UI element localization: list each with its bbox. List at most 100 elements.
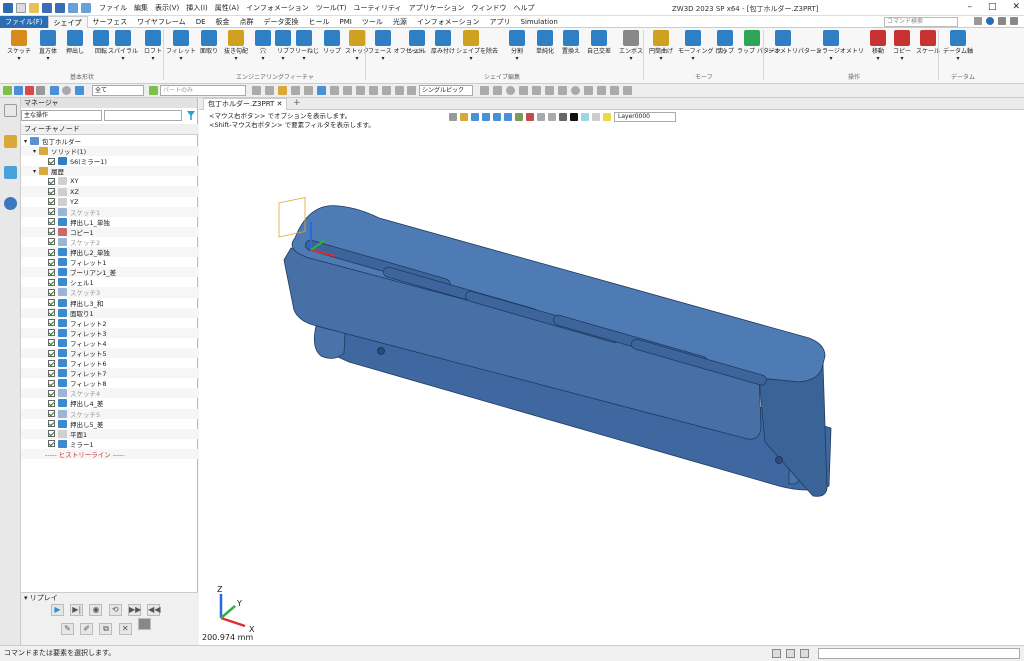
tool-c-icon[interactable] [506,86,515,95]
box-select-icon[interactable] [343,86,352,95]
ribbon-button-6[interactable]: フィレット ▾ [166,30,196,62]
tool-a-icon[interactable] [480,86,489,95]
ribbon-button-20[interactable]: 置換え [556,30,586,55]
ribbon-button-24[interactable]: モーフィング (点) ▾ [678,30,726,62]
tree-item[interactable]: スケッチ1 [21,206,198,217]
tree-item[interactable]: ▾ ソリッド(1) [21,146,198,157]
command-search-input[interactable]: コマンド検索 [884,17,958,27]
tree-item[interactable]: フィレット1 [21,257,198,267]
visibility-checkbox[interactable] [48,319,55,327]
menu-item-7[interactable]: ユーティリティ [353,3,401,13]
ribbon-button-32[interactable]: データム軸 ▾ [943,30,973,62]
ribbon-button-23[interactable]: 円筒曲げ ▾ [646,30,676,62]
status-layout-icon[interactable] [800,649,809,658]
ribbon-tab-0[interactable]: ファイル(F) [0,15,48,28]
visibility-checkbox[interactable] [48,218,55,226]
view-panel-icon[interactable] [3,166,17,179]
tree-item[interactable]: フィレット4 [21,338,198,348]
rewind-icon[interactable]: ◀◀ [147,604,160,616]
ribbon-button-dropdown-icon[interactable]: ▾ [646,55,676,62]
ribbon-tab-3[interactable]: ワイヤフレーム [132,16,191,28]
ribbon-minimize-icon[interactable] [1010,17,1018,25]
tree-item[interactable]: フィレット7 [21,368,198,379]
tree-item[interactable]: XY [21,176,198,186]
status-view-icon[interactable] [786,649,795,658]
ribbon-tab-4[interactable]: DE [191,16,211,28]
tree-item[interactable]: スケッチ4 [21,388,198,399]
menu-item-1[interactable]: 編集 [134,3,148,13]
ribbon-tab-2[interactable]: サーフェス [88,16,133,28]
filter-icon[interactable] [75,86,84,95]
visibility-checkbox[interactable] [48,278,55,286]
ribbon-button-17[interactable]: シェイプを除去 ▾ [456,30,498,62]
tree-item[interactable]: ▾ 履歴 [21,166,198,177]
visibility-checkbox[interactable] [48,299,55,307]
tree-item[interactable]: フィレット8 [21,378,198,388]
menu-item-0[interactable]: ファイル [99,3,127,13]
visibility-checkbox[interactable] [48,198,55,206]
ribbon-button-0[interactable]: スケッチ ▾ [4,30,34,62]
copy-icon[interactable]: ⧉ [99,623,113,635]
menu-item-6[interactable]: ツール(T) [316,3,347,13]
tree-item[interactable]: フィレット6 [21,358,198,368]
menu-item-10[interactable]: ヘルプ [514,3,535,13]
tree-item[interactable]: スケッチ5 [21,408,198,419]
dimension-icon[interactable] [317,86,326,95]
status-input[interactable] [818,648,1020,659]
ribbon-button-27[interactable]: ジオメトリパターン [768,30,822,55]
tree-item[interactable]: フィレット3 [21,327,198,338]
ribbon-button-dropdown-icon[interactable]: ▾ [289,55,319,62]
visibility-checkbox[interactable] [48,359,55,367]
ribbon-tab-9[interactable]: PMI [335,16,357,28]
visibility-checkbox[interactable] [48,208,55,216]
visibility-checkbox[interactable] [48,339,55,347]
tool-e-icon[interactable] [532,86,541,95]
visibility-checkbox[interactable] [48,389,55,397]
visibility-checkbox[interactable] [48,329,55,337]
ribbon-button-dropdown-icon[interactable]: ▾ [456,55,486,62]
ribbon-tab-6[interactable]: 点群 [235,16,259,28]
visibility-checkbox[interactable] [48,309,55,317]
transform-icon[interactable] [50,86,59,95]
visibility-checkbox[interactable] [48,268,55,276]
ribbon-tab-10[interactable]: ツール [357,16,388,28]
cursor-icon[interactable] [330,86,339,95]
ribbon-button-dropdown-icon[interactable]: ▾ [368,55,398,62]
tool-b-icon[interactable] [493,86,502,95]
manager-mode-select[interactable]: 主な操作 [21,110,102,121]
step-replay-icon[interactable]: ◉ [89,604,103,616]
snap-point-icon[interactable] [265,86,274,95]
ribbon-button-dropdown-icon[interactable]: ▾ [678,55,708,62]
replay-title[interactable]: ▾ リプレイ [21,593,198,603]
ribbon-button-dropdown-icon[interactable]: ▾ [4,55,34,62]
end-point-icon[interactable] [291,86,300,95]
manager-panel-icon[interactable] [3,104,17,117]
search-icon[interactable] [974,17,982,25]
menu-item-8[interactable]: アプリケーション [409,3,465,13]
play-icon[interactable]: ▶ [51,604,64,616]
visibility-checkbox[interactable] [48,369,55,377]
visibility-checkbox[interactable] [48,238,55,246]
ribbon-button-11[interactable]: フリーねじ ▾ [289,30,319,62]
tree-item[interactable]: ブーリアン1_差 [21,267,198,278]
menu-item-4[interactable]: 属性(A) [215,3,239,13]
tree-item[interactable]: 押出し2_単独 [21,247,198,258]
tree-item[interactable]: S6(ミラー1) [21,156,198,166]
remove-icon[interactable] [25,86,34,95]
ribbon-tab-14[interactable]: Simulation [516,16,563,28]
menu-item-2[interactable]: 表示(V) [155,3,179,13]
face-icon[interactable] [395,86,404,95]
ribbon-button-dropdown-icon[interactable]: ▾ [502,55,532,62]
ribbon-tab-13[interactable]: アプリ [485,16,516,28]
visibility-checkbox[interactable] [48,430,55,438]
ribbon-button-22[interactable]: エンボス ▾ [616,30,646,62]
ribbon-button-28[interactable]: ミラージオメトリ ▾ [816,30,864,62]
tree-item[interactable]: フィレット5 [21,347,198,359]
delete-icon[interactable]: ✕ [118,623,132,635]
snap-icon[interactable] [252,86,261,95]
tool-i-icon[interactable] [584,86,593,95]
visibility-checkbox[interactable] [48,157,55,165]
options-icon[interactable] [998,17,1006,25]
visibility-checkbox[interactable] [48,188,55,196]
fast-forward-icon[interactable]: ▶▶ [127,604,141,616]
